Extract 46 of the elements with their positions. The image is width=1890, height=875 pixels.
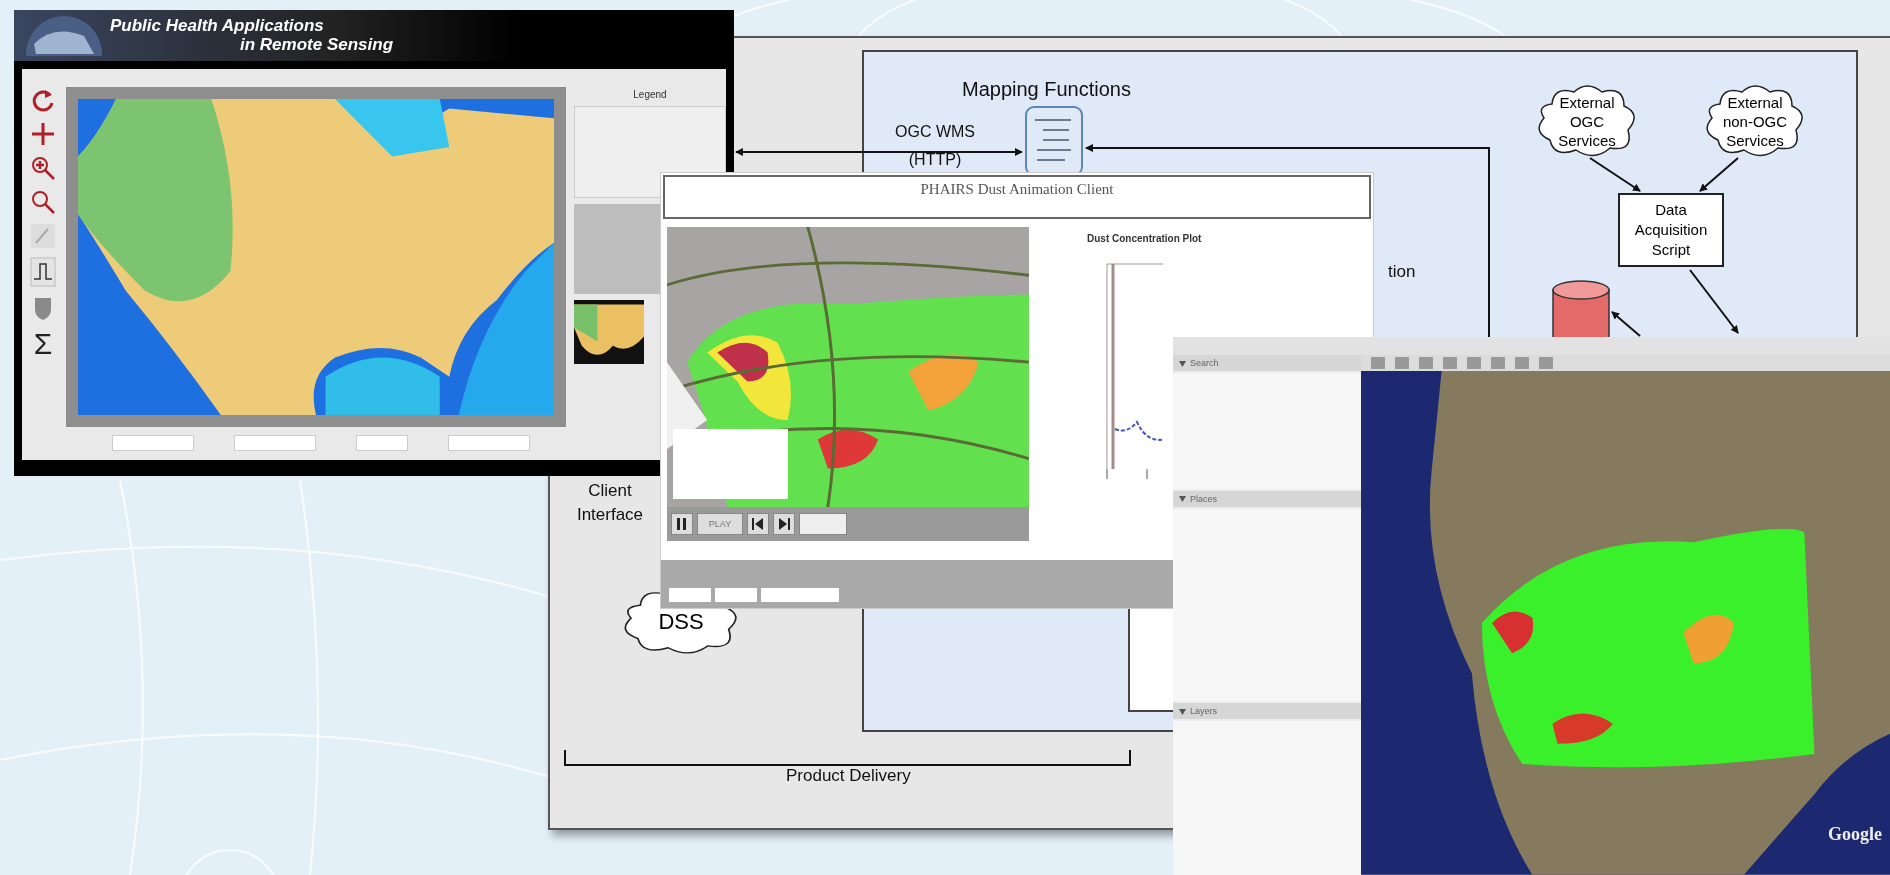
toolbar-icon[interactable]: [1371, 357, 1385, 370]
diagram-label: Client Interface: [575, 480, 645, 526]
pulse-icon[interactable]: [30, 256, 56, 287]
step-back-button[interactable]: [747, 513, 769, 535]
app-title: Public Health Applications in Remote Sensing: [110, 16, 394, 55]
window-title: PHAIRS Dust Animation Client: [920, 181, 1114, 199]
step-forward-icon: [778, 518, 790, 530]
zoom-out-icon[interactable]: [30, 188, 56, 215]
panel-title[interactable]: Layers: [1190, 703, 1217, 719]
diagram-title: Mapping Functions: [962, 78, 1131, 101]
sum-tool[interactable]: Σ: [33, 328, 53, 359]
bracket-label: Product Delivery: [786, 766, 911, 786]
input-field[interactable]: [761, 588, 839, 602]
disclosure-triangle-icon[interactable]: [1179, 359, 1186, 367]
panel-title[interactable]: Places: [1190, 490, 1217, 507]
input-field[interactable]: [715, 588, 757, 602]
input-field[interactable]: [669, 588, 711, 602]
step-back-icon: [752, 518, 764, 530]
panel-title[interactable]: Search: [1190, 355, 1219, 371]
map-logo: Google: [1828, 824, 1882, 845]
process-box: Data Acquisition Script: [1618, 193, 1724, 267]
disclosure-triangle-icon[interactable]: [1179, 707, 1186, 715]
protocol-label: OGC WMS (HTTP): [894, 122, 976, 170]
plot-title: Dust Concentration Plot: [1087, 233, 1202, 244]
step-forward-button[interactable]: [773, 513, 795, 535]
pause-icon: [677, 518, 687, 530]
toolbar-icon[interactable]: [1419, 357, 1433, 370]
diagram-label: tion: [1388, 262, 1416, 282]
input-field[interactable]: [234, 435, 316, 452]
move-icon[interactable]: [30, 120, 56, 147]
overview-map-image: [574, 299, 644, 364]
zoom-in-icon[interactable]: [30, 154, 56, 181]
play-button[interactable]: PLAY: [697, 513, 743, 535]
toolbar-icon[interactable]: [1467, 357, 1481, 370]
disclosure-triangle-icon[interactable]: [1179, 495, 1186, 502]
legend-title: Legend: [632, 88, 668, 100]
toolbar-icon[interactable]: [1539, 357, 1553, 370]
dropdown[interactable]: [356, 435, 408, 452]
input-field[interactable]: [448, 435, 530, 452]
toolbar-icon[interactable]: [1395, 357, 1409, 370]
pen-icon[interactable]: [30, 222, 56, 249]
toolbar-icon[interactable]: [1515, 357, 1529, 370]
input-field[interactable]: [112, 435, 194, 452]
toolbar-icon[interactable]: [1443, 357, 1457, 370]
toolbar-icon[interactable]: [1491, 357, 1505, 370]
pause-button[interactable]: [671, 513, 693, 535]
